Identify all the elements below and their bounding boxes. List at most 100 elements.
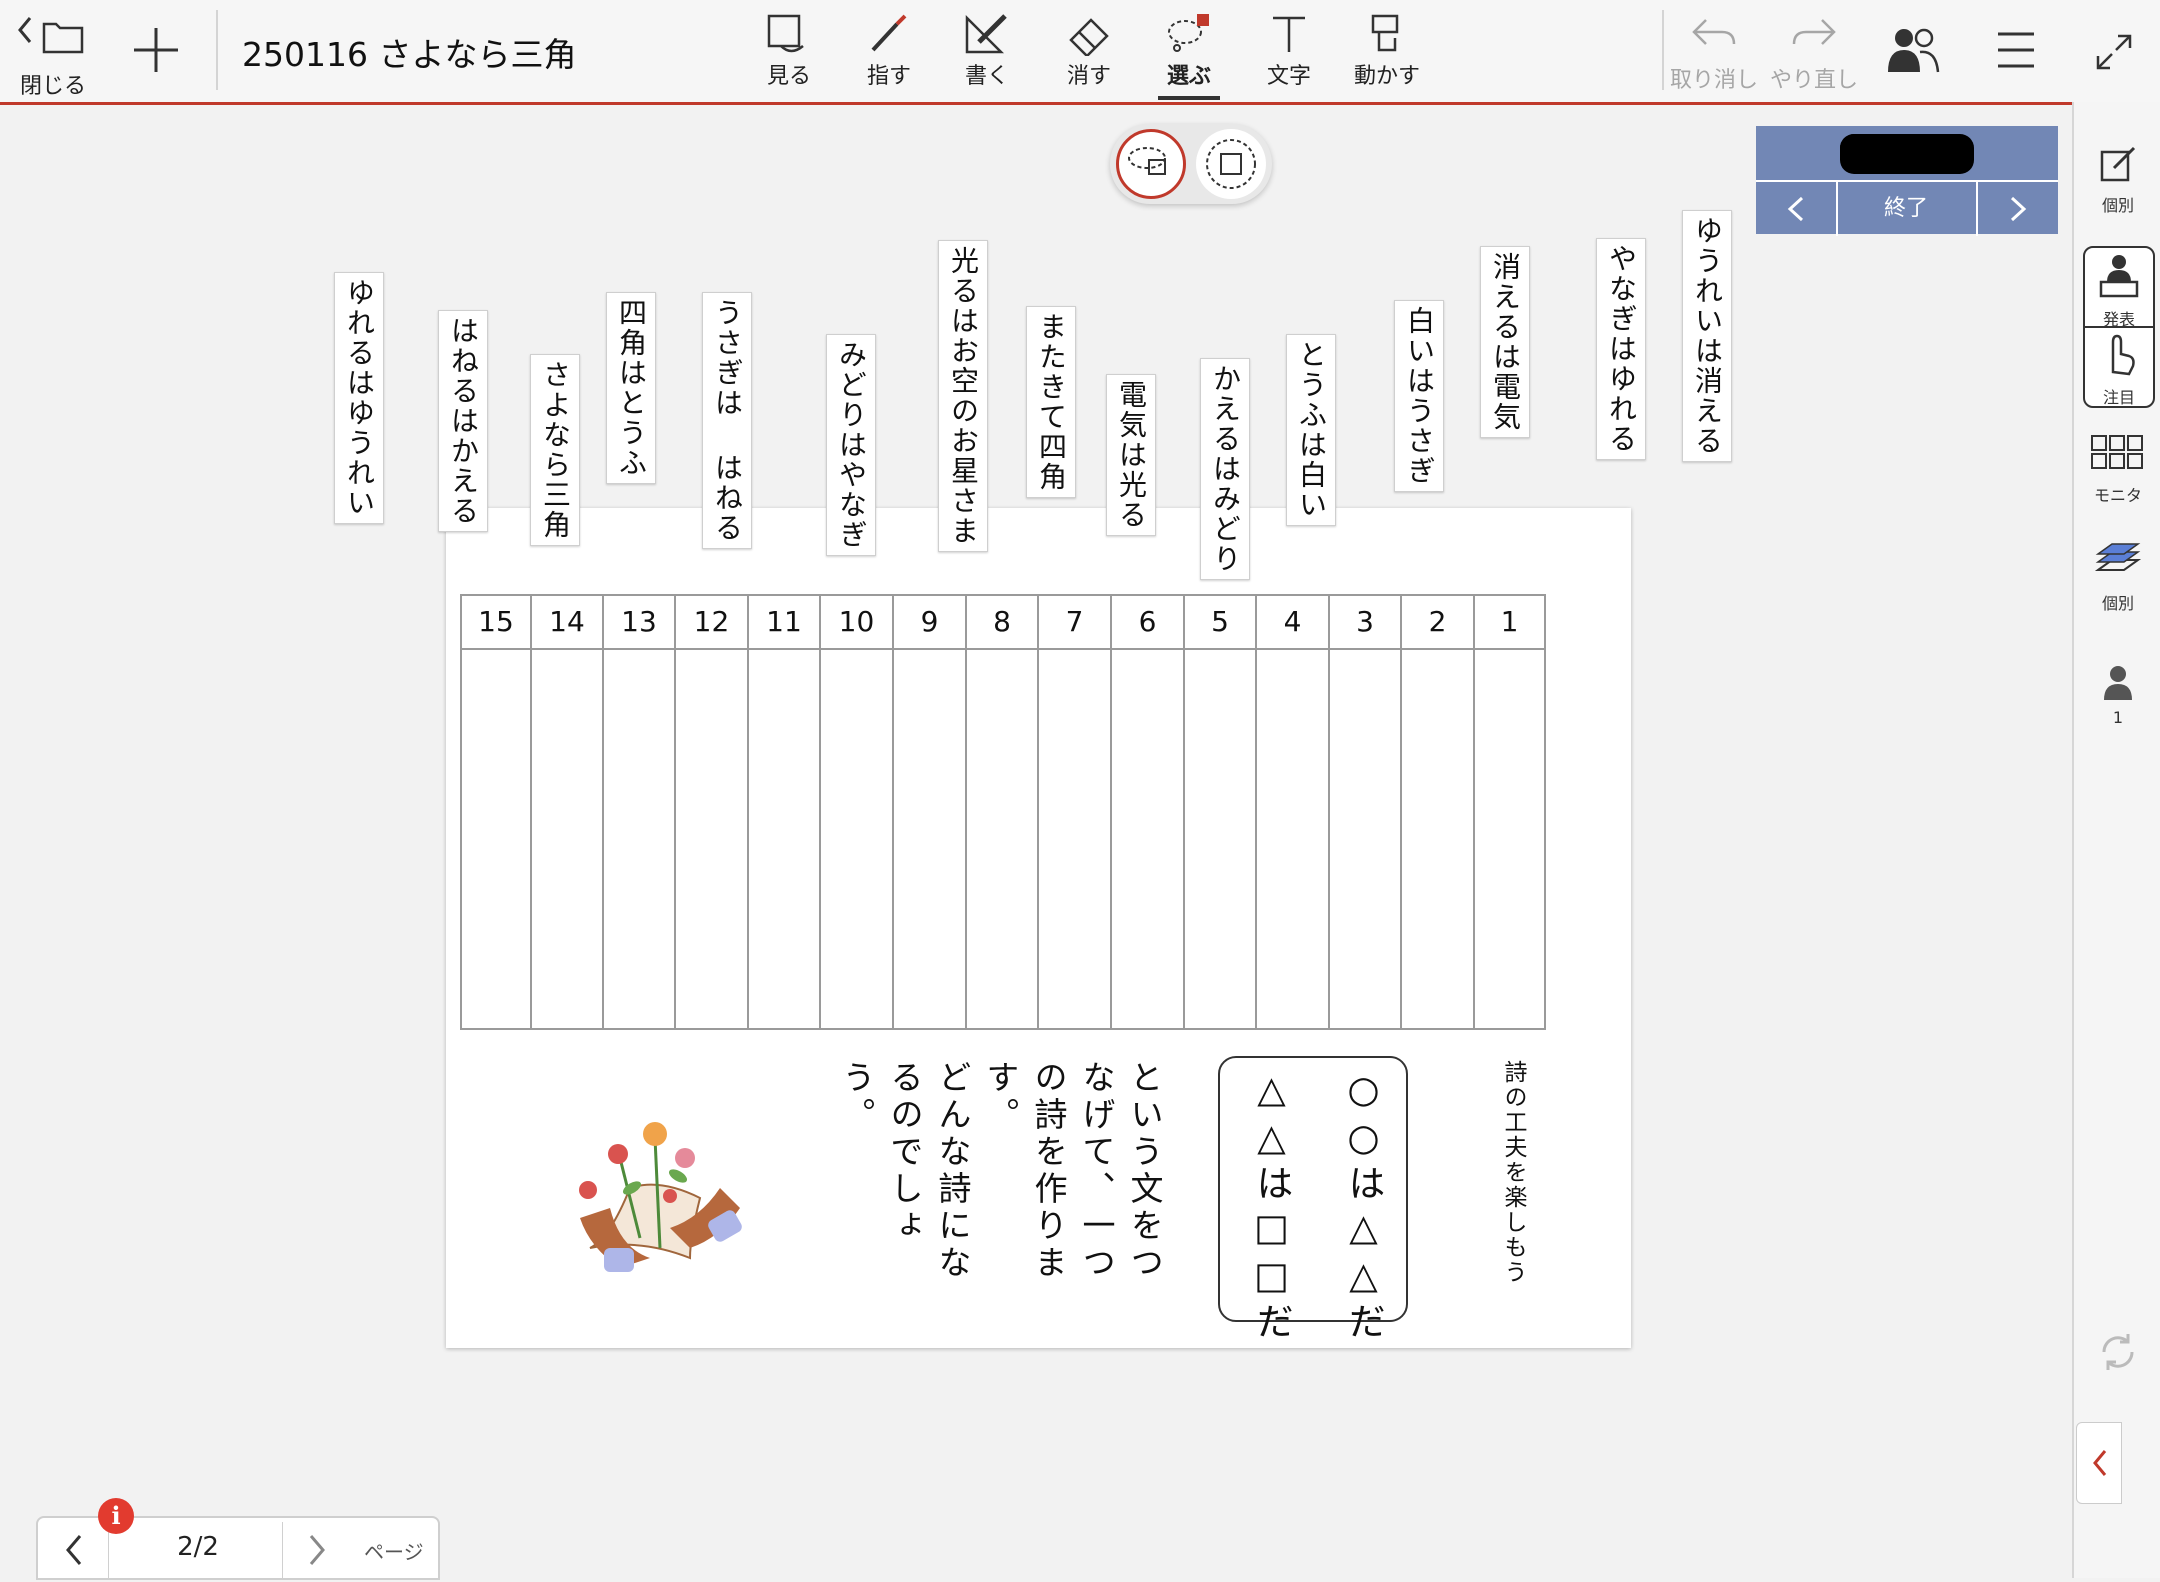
- redo-icon: [1792, 19, 1836, 45]
- worksheet-page: 15 14 13 12 11 10 9 8 7 6 5 4 3 2 1 詩の工夫…: [446, 508, 1631, 1348]
- user-count-indicator[interactable]: 1: [2084, 662, 2152, 727]
- sidebar-collapse-button[interactable]: [2076, 1422, 2122, 1504]
- word-card[interactable]: とうふは白い: [1286, 334, 1336, 526]
- hamburger-menu-icon: [1998, 32, 2034, 68]
- tool-erase[interactable]: 消す: [1044, 12, 1134, 94]
- grid-column[interactable]: 2: [1402, 596, 1475, 1028]
- grid-column[interactable]: 7: [1039, 596, 1112, 1028]
- tool-text-label: 文字: [1266, 64, 1311, 89]
- session-prev-button[interactable]: [1756, 182, 1838, 236]
- word-card[interactable]: うさぎは はねる: [702, 292, 752, 549]
- column-number: 6: [1112, 596, 1183, 650]
- eraser-icon: [1069, 18, 1109, 56]
- tool-view[interactable]: 見る: [744, 12, 834, 94]
- word-card[interactable]: 消えるは電気: [1480, 246, 1530, 438]
- word-card[interactable]: またきて四角: [1026, 306, 1076, 498]
- individual-edit-button[interactable]: 個別: [2084, 142, 2152, 216]
- participants-button[interactable]: [1882, 22, 1942, 78]
- tool-point-label: 指す: [866, 64, 911, 89]
- tool-text[interactable]: 文字: [1244, 12, 1334, 94]
- info-badge-icon[interactable]: i: [98, 1498, 134, 1534]
- instruction-line: の詩を作りま: [1029, 1060, 1068, 1282]
- tool-write[interactable]: 書く: [942, 12, 1032, 94]
- answer-grid: 15 14 13 12 11 10 9 8 7 6 5 4 3 2 1: [460, 594, 1546, 1030]
- grid-column[interactable]: 14: [532, 596, 604, 1028]
- grid-column[interactable]: 1: [1475, 596, 1544, 1028]
- grid-column[interactable]: 12: [676, 596, 749, 1028]
- lasso-mode-button[interactable]: [1116, 129, 1186, 199]
- word-card[interactable]: やなぎはゆれる: [1596, 238, 1646, 460]
- page-count: 2/2: [177, 1532, 219, 1562]
- top-toolbar: 閉じる 250116 さよなら三角 見る 指す 書く 消す 選ぶ 文字 動かす …: [0, 0, 2160, 105]
- add-page-button[interactable]: [128, 22, 184, 78]
- word-card[interactable]: さよなら三角: [530, 354, 580, 546]
- plus-icon: [134, 28, 178, 72]
- column-number: 3: [1330, 596, 1400, 650]
- pattern-line-1: ○○は△△だ: [1342, 1068, 1385, 1344]
- word-card[interactable]: ゆれるはゆうれい: [334, 272, 384, 524]
- tool-select-label: 選ぶ: [1166, 64, 1211, 89]
- page-label: ページ: [364, 1540, 424, 1564]
- prev-page-button[interactable]: [38, 1522, 109, 1578]
- attention-button[interactable]: 注目: [2085, 332, 2153, 408]
- word-card[interactable]: 電気は光る: [1106, 374, 1156, 536]
- close-label: 閉じる: [20, 74, 87, 99]
- grid-column[interactable]: 10: [821, 596, 894, 1028]
- grid-column[interactable]: 8: [967, 596, 1039, 1028]
- column-number: 8: [967, 596, 1037, 650]
- expand-arrows-icon: [2096, 34, 2132, 70]
- expand-button[interactable]: [2094, 32, 2134, 72]
- tool-select[interactable]: 選ぶ: [1144, 12, 1234, 100]
- tool-erase-label: 消す: [1066, 64, 1111, 89]
- tool-move-label: 動かす: [1353, 64, 1420, 89]
- view-icon: [767, 14, 804, 53]
- layer-individual-button[interactable]: 個別: [2084, 540, 2152, 614]
- grid-column[interactable]: 4: [1257, 596, 1330, 1028]
- grid-column[interactable]: 11: [749, 596, 821, 1028]
- word-card[interactable]: ゆうれいは消える: [1682, 210, 1732, 462]
- column-number: 13: [604, 596, 674, 650]
- right-sidebar: 個別 発表 注目 モニタ 個別 1: [2072, 102, 2160, 1578]
- undo-button[interactable]: 取り消し: [1666, 12, 1762, 94]
- presenter-icon: [2099, 255, 2139, 298]
- layers-icon: [2094, 543, 2142, 571]
- grid-column[interactable]: 5: [1185, 596, 1257, 1028]
- redo-button[interactable]: やり直し: [1766, 12, 1862, 94]
- word-card[interactable]: 四角はとうふ: [606, 292, 656, 484]
- people-icon: [1888, 28, 1940, 73]
- lasso-select-icon: [1168, 14, 1209, 52]
- sync-button[interactable]: [2084, 1328, 2152, 1380]
- session-next-button[interactable]: [1976, 182, 2060, 236]
- grid-column[interactable]: 15: [462, 596, 532, 1028]
- toolbar-divider-right: [1662, 10, 1664, 90]
- menu-button[interactable]: [1996, 28, 2036, 72]
- grid-column[interactable]: 3: [1330, 596, 1402, 1028]
- grid-column[interactable]: 13: [604, 596, 676, 1028]
- column-number: 7: [1039, 596, 1110, 650]
- next-page-button[interactable]: [282, 1522, 351, 1578]
- word-card[interactable]: みどりはやなぎ: [826, 334, 876, 556]
- session-panel: ████ 終了: [1756, 126, 2060, 236]
- rectangle-mode-button[interactable]: [1196, 129, 1266, 199]
- move-hand-icon: [1371, 14, 1399, 52]
- selection-mode-toggle: [1110, 124, 1272, 204]
- monitor-button[interactable]: モニタ: [2084, 432, 2152, 506]
- tool-move[interactable]: 動かす: [1342, 12, 1432, 94]
- tool-write-label: 書く: [964, 64, 1009, 89]
- undo-label: 取り消し: [1669, 68, 1758, 93]
- word-card[interactable]: はねるはかえる: [438, 310, 488, 532]
- chevron-right-icon: [309, 1535, 325, 1565]
- group-divider: [2085, 326, 2153, 328]
- word-card[interactable]: かえるはみどり: [1200, 358, 1250, 580]
- pencil-ruler-icon: [965, 14, 1007, 54]
- session-end-button[interactable]: 終了: [1838, 182, 1974, 236]
- close-button[interactable]: 閉じる: [14, 10, 94, 99]
- tool-point[interactable]: 指す: [844, 12, 934, 94]
- grid-column[interactable]: 6: [1112, 596, 1185, 1028]
- folder-back-icon: [18, 17, 84, 54]
- grid-column[interactable]: 9: [894, 596, 967, 1028]
- word-card[interactable]: 光るはお空のお星さま: [938, 240, 988, 552]
- chevron-left-icon: [1787, 196, 1804, 222]
- present-button[interactable]: 発表: [2085, 252, 2153, 330]
- word-card[interactable]: 白いはうさぎ: [1394, 300, 1444, 492]
